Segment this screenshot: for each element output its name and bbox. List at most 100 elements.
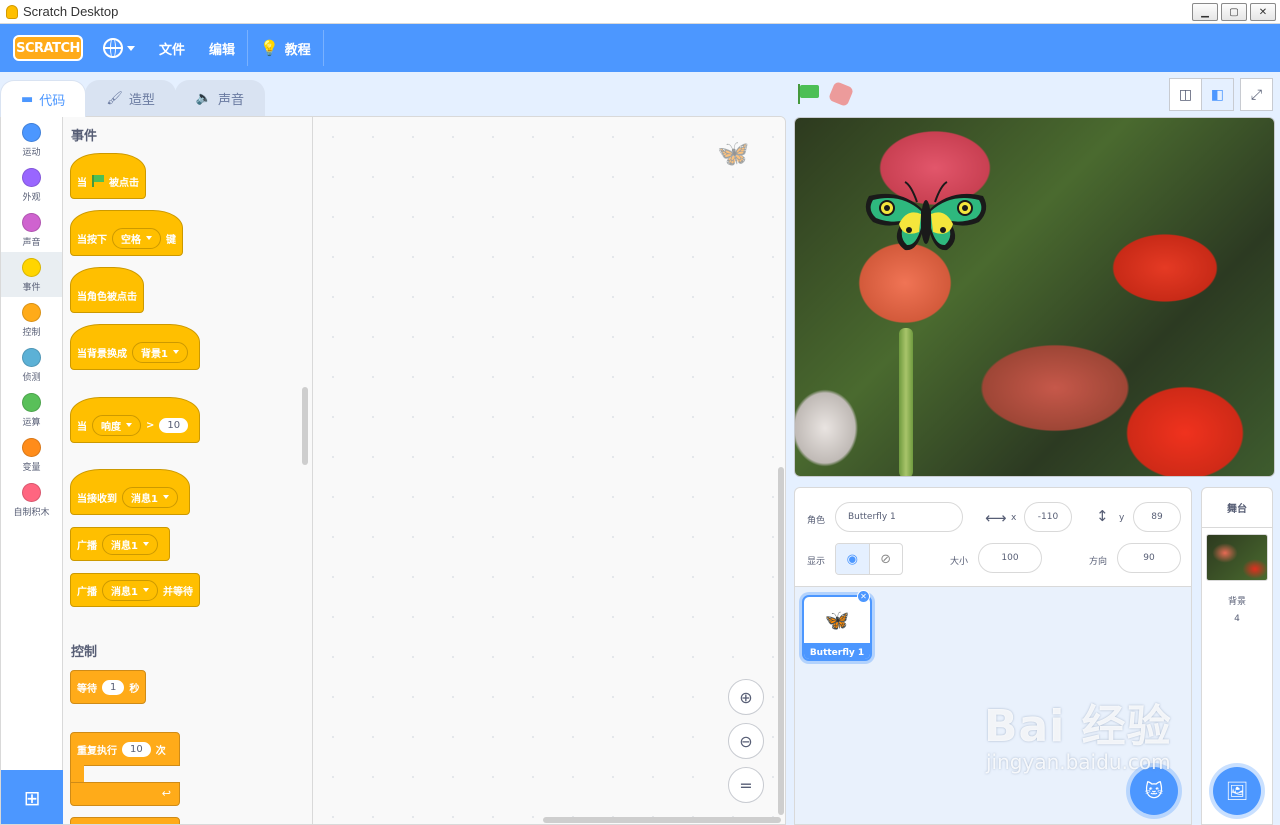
green-flag-button[interactable]	[798, 84, 820, 104]
wait-seconds-input[interactable]: 1	[102, 679, 125, 695]
large-stage-icon: ◧	[1210, 86, 1225, 103]
horizontal-arrows-icon: ⟷	[985, 509, 1007, 527]
backdrops-label: 背景	[1227, 597, 1246, 607]
workspace-horizontal-scrollbar[interactable]	[543, 817, 781, 823]
message-dropdown[interactable]: 消息1	[122, 486, 178, 508]
zoom-reset-button[interactable]: =	[728, 767, 764, 803]
zoom-in-button[interactable]: ⊕	[728, 679, 764, 715]
stage-canvas[interactable]	[794, 117, 1275, 477]
category-item[interactable]: 控制	[1, 297, 62, 342]
window-controls: ▁ ▢ ✕	[1192, 3, 1276, 21]
sprite-name-input[interactable]: Butterfly 1	[835, 502, 963, 532]
sprite-info-panel: 角色 Butterfly 1 ⟷ x -110 ↕ y 89 显示 ◉ ⊘ 大小…	[794, 487, 1192, 587]
x-input[interactable]: -110	[1024, 502, 1072, 532]
block-text: 并等待	[162, 586, 193, 598]
category-item[interactable]: 运动	[1, 117, 62, 162]
forever-block-partial[interactable]	[70, 817, 180, 824]
hide-sprite-button[interactable]: ⊘	[870, 544, 903, 574]
category-item[interactable]: 自制积木	[1, 477, 62, 522]
flower-stem	[899, 328, 913, 476]
when-greater-than-block[interactable]: 当 响度 > 10	[70, 397, 201, 443]
category-label: 自制积木	[13, 508, 50, 518]
close-button[interactable]: ✕	[1250, 3, 1276, 21]
category-color-dot	[22, 258, 41, 277]
add-sprite-button[interactable]: 🐱	[1130, 767, 1178, 815]
category-color-dot	[22, 303, 41, 322]
add-backdrop-button[interactable]: 🖼	[1213, 767, 1261, 815]
window-title: Scratch Desktop	[23, 4, 119, 19]
dropdown-value: 消息1	[111, 540, 138, 552]
broadcast-and-wait-block[interactable]: 广播 消息1 并等待	[70, 573, 200, 607]
image-plus-icon: 🖼	[1225, 780, 1249, 802]
green-flag-cloth	[800, 85, 819, 98]
wait-block[interactable]: 等待 1 秒	[70, 670, 147, 704]
scratch-logo[interactable]: SCRATCH	[13, 35, 83, 61]
large-stage-button[interactable]: ◧	[1201, 78, 1234, 111]
add-extension-button[interactable]: ⊞	[1, 770, 63, 824]
small-stage-button[interactable]: ◫	[1169, 78, 1202, 111]
palette-scrollbar[interactable]	[302, 387, 308, 465]
visibility-toggle: ◉ ⊘	[835, 543, 903, 575]
y-input[interactable]: 89	[1133, 502, 1181, 532]
category-item[interactable]: 声音	[1, 207, 62, 252]
message-dropdown[interactable]: 消息1	[102, 579, 158, 601]
butterfly-sprite[interactable]	[861, 180, 991, 260]
category-label: 事件	[22, 283, 41, 293]
broadcast-block[interactable]: 广播 消息1	[70, 527, 170, 561]
maximize-button[interactable]: ▢	[1221, 3, 1247, 21]
dropdown-value: 消息1	[111, 586, 138, 598]
menu-divider	[322, 30, 324, 66]
category-color-dot	[22, 438, 41, 457]
tab-code[interactable]: ▬ 代码	[0, 80, 87, 117]
key-dropdown[interactable]: 空格	[112, 227, 161, 249]
category-item[interactable]: 运算	[1, 387, 62, 432]
fullscreen-button[interactable]: ⤢	[1240, 78, 1273, 111]
repeat-count-input[interactable]: 10	[122, 741, 151, 757]
zoom-out-button[interactable]: ⊖	[728, 723, 764, 759]
category-item[interactable]: 侦测	[1, 342, 62, 387]
butterfly-thumbnail-icon: 🦋	[824, 608, 850, 632]
category-label: 声音	[22, 238, 41, 248]
when-sprite-clicked-block[interactable]: 当角色被点击	[70, 267, 144, 313]
script-workspace[interactable]: 🦋 ⊕ ⊖ =	[313, 117, 785, 824]
category-label: 运动	[22, 148, 41, 158]
when-key-pressed-block[interactable]: 当按下 空格 键	[70, 210, 183, 256]
show-sprite-button[interactable]: ◉	[836, 544, 870, 574]
delete-sprite-button[interactable]: ✕	[857, 590, 870, 603]
message-dropdown[interactable]: 消息1	[102, 533, 158, 555]
chevron-down-icon	[162, 495, 169, 499]
language-menu[interactable]	[91, 24, 147, 72]
block-text: 广播	[77, 540, 97, 552]
block-text: 广播	[77, 586, 97, 598]
block-text: 秒	[129, 683, 140, 695]
category-item[interactable]: 外观	[1, 162, 62, 207]
when-backdrop-switches-block[interactable]: 当背景换成 背景1	[70, 324, 200, 370]
when-flag-clicked-block[interactable]: 当 被点击	[70, 153, 146, 199]
butterfly-sprite-watermark-icon: 🦋	[717, 139, 750, 169]
backdrop-dropdown[interactable]: 背景1	[132, 341, 188, 363]
cat-icon: 🐱	[1144, 780, 1164, 802]
size-input[interactable]: 100	[978, 543, 1042, 573]
stop-button[interactable]	[827, 80, 855, 108]
sensor-dropdown[interactable]: 响度	[92, 414, 141, 436]
workspace-vertical-scrollbar[interactable]	[778, 467, 784, 815]
tab-costumes[interactable]: 🖌 造型	[85, 80, 176, 116]
tutorials-menu[interactable]: 💡 教程	[248, 24, 323, 72]
tab-sounds[interactable]: 🔈 声音	[174, 80, 266, 116]
sprite-tile[interactable]: 🦋 Butterfly 1	[802, 595, 872, 661]
direction-input[interactable]: 90	[1117, 543, 1181, 573]
category-item[interactable]: 变量	[1, 432, 62, 477]
chevron-down-icon	[142, 588, 149, 592]
repeat-block[interactable]: 重复执行 10 次	[70, 732, 180, 766]
edit-menu[interactable]: 编辑	[197, 24, 247, 72]
category-color-dot	[22, 123, 41, 142]
repeat-block-footer: ↩	[70, 782, 180, 806]
scratch-app-icon	[6, 4, 18, 19]
category-item[interactable]: 事件	[1, 252, 62, 297]
minimize-button[interactable]: ▁	[1192, 3, 1218, 21]
dropdown-value: 空格	[121, 234, 141, 246]
when-receive-block[interactable]: 当接收到 消息1	[70, 469, 190, 515]
threshold-input[interactable]: 10	[159, 417, 189, 433]
file-menu[interactable]: 文件	[147, 24, 197, 72]
block-text: 当按下	[77, 234, 107, 246]
